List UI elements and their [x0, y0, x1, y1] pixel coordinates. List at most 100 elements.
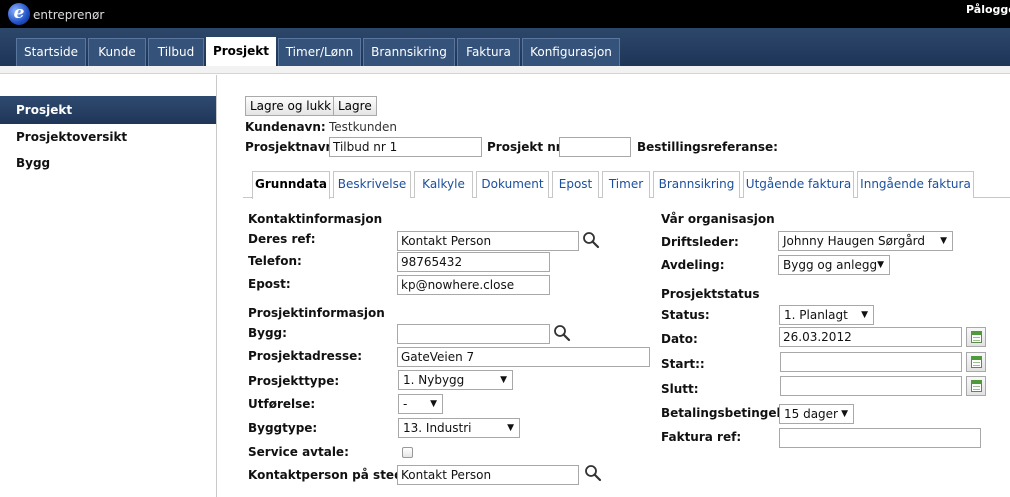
onsite-contact-input[interactable]: Kontakt Person: [397, 465, 579, 485]
building-type-value: 13. Industri: [403, 421, 472, 435]
status-select[interactable]: 1. Planlagt ▼: [779, 305, 874, 325]
tab-beskrivelse[interactable]: Beskrivelse: [333, 171, 411, 198]
their-ref-input[interactable]: Kontakt Person: [397, 231, 579, 251]
department-value: Bygg og anlegg: [783, 258, 878, 272]
nav-tab-brannsikring[interactable]: Brannsikring: [363, 38, 455, 66]
nav-tab-kunde[interactable]: Kunde: [88, 38, 146, 66]
end-label: Slutt:: [661, 382, 699, 396]
chevron-down-icon: ▼: [841, 409, 848, 419]
manager-label: Driftsleder:: [661, 235, 739, 249]
save-and-close-button[interactable]: Lagre og lukk: [245, 96, 337, 116]
status-section-title: Prosjektstatus: [661, 287, 760, 301]
nav-tab-timer-lonn[interactable]: Timer/Lønn: [278, 38, 361, 66]
sidebar-item-bygg[interactable]: Bygg: [0, 149, 216, 177]
tab-brannsikring[interactable]: Brannsikring: [653, 171, 740, 198]
tab-inngaende-faktura[interactable]: Inngående faktura: [857, 171, 974, 198]
status-label: Status:: [661, 308, 710, 322]
email-label: Epost:: [248, 277, 291, 291]
contact-section-title: Kontaktinformasjon: [248, 212, 383, 226]
end-input[interactable]: [780, 376, 962, 396]
sidebar-item-prosjektoversikt[interactable]: Prosjektoversikt: [0, 123, 216, 151]
execution-select[interactable]: - ▼: [398, 394, 443, 414]
onsite-contact-label: Kontaktperson på stedet:: [248, 468, 422, 482]
logo-text: entreprenør: [33, 8, 105, 22]
customer-name-value: Testkunden: [329, 120, 398, 134]
project-type-value: 1. Nybygg: [403, 373, 465, 387]
chevron-down-icon: ▼: [430, 399, 437, 409]
calendar-icon-top: [971, 380, 982, 384]
calendar-icon[interactable]: [966, 327, 986, 347]
calendar-icon-grid: [973, 386, 980, 390]
status-value: 1. Planlagt: [784, 308, 848, 322]
payment-terms-label: Betalingsbetingelse: [661, 406, 796, 420]
department-select[interactable]: Bygg og anlegg ▼: [778, 255, 890, 275]
manager-select[interactable]: Johnny Haugen Sørgård ▼: [778, 231, 953, 251]
chevron-down-icon: ▼: [507, 423, 514, 433]
phone-input[interactable]: 98765432: [397, 252, 550, 272]
service-agreement-checkbox[interactable]: [402, 447, 413, 458]
chevron-down-icon: ▼: [861, 310, 868, 320]
chevron-down-icon: ▼: [500, 375, 507, 385]
search-icon[interactable]: [553, 324, 571, 342]
execution-value: -: [403, 397, 408, 411]
nav-tab-tilbud[interactable]: Tilbud: [148, 38, 204, 66]
execution-label: Utførelse:: [248, 397, 316, 411]
search-icon[interactable]: [584, 464, 602, 482]
building-label: Bygg:: [248, 326, 287, 340]
calendar-icon[interactable]: [966, 352, 986, 372]
start-input[interactable]: [780, 352, 962, 372]
project-type-label: Prosjekttype:: [248, 374, 340, 388]
building-type-label: Byggtype:: [248, 421, 318, 435]
payment-terms-select[interactable]: 15 dager ▼: [779, 404, 854, 424]
project-nr-input[interactable]: [559, 137, 631, 157]
customer-name-label: Kundenavn:: [245, 120, 326, 134]
email-input[interactable]: kp@nowhere.close: [397, 275, 550, 295]
sidebar-item-prosjekt[interactable]: Prosjekt: [0, 96, 216, 124]
nav-tab-konfigurasjon[interactable]: Konfigurasjon: [522, 38, 620, 66]
project-nr-label: Prosjekt nr:: [487, 140, 567, 154]
chevron-down-icon: ▼: [940, 236, 947, 246]
project-info-section-title: Prosjektinformasjon: [248, 306, 385, 320]
their-ref-label: Deres ref:: [248, 232, 316, 246]
project-address-label: Prosjektadresse:: [248, 349, 363, 363]
main-nav: Startside Kunde Tilbud Prosjekt Timer/Lø…: [0, 28, 1010, 66]
nav-tab-faktura[interactable]: Faktura: [457, 38, 520, 66]
nav-tab-startside[interactable]: Startside: [16, 38, 86, 66]
date-label: Dato:: [661, 332, 698, 346]
calendar-icon-top: [971, 356, 982, 360]
date-input[interactable]: 26.03.2012: [779, 327, 962, 347]
calendar-icon[interactable]: [966, 376, 986, 396]
service-agreement-label: Service avtale:: [248, 445, 349, 459]
nav-divider: [0, 66, 1010, 74]
department-label: Avdeling:: [661, 258, 725, 272]
payment-terms-value: 15 dager: [784, 407, 838, 421]
manager-value: Johnny Haugen Sørgård: [783, 234, 926, 248]
top-bar: e entreprenør Pålogget: [0, 0, 1010, 28]
tab-grunndata[interactable]: Grunndata: [252, 171, 330, 199]
nav-tab-prosjekt[interactable]: Prosjekt: [206, 37, 276, 66]
tab-dokument[interactable]: Dokument: [476, 171, 549, 198]
organisation-section-title: Vår organisasjon: [661, 212, 775, 226]
invoice-ref-label: Faktura ref:: [661, 430, 742, 444]
chevron-down-icon: ▼: [877, 260, 884, 270]
logo-icon: e: [8, 3, 30, 25]
login-status: Pålogget: [966, 3, 1010, 16]
search-icon[interactable]: [582, 231, 600, 249]
project-address-input[interactable]: GateVeien 7: [397, 347, 650, 367]
invoice-ref-input[interactable]: [779, 428, 981, 448]
building-type-select[interactable]: 13. Industri ▼: [398, 418, 520, 438]
tab-kalkyle[interactable]: Kalkyle: [414, 171, 473, 198]
building-input[interactable]: [397, 324, 550, 344]
calendar-icon-top: [971, 331, 982, 335]
sidebar: Prosjekt Prosjektoversikt Bygg: [0, 75, 217, 497]
calendar-icon-grid: [973, 337, 980, 341]
start-label: Start::: [661, 357, 705, 371]
tab-timer[interactable]: Timer: [602, 171, 650, 198]
project-name-input[interactable]: Tilbud nr 1: [329, 137, 482, 157]
phone-label: Telefon:: [248, 254, 302, 268]
project-type-select[interactable]: 1. Nybygg ▼: [398, 370, 513, 390]
tab-epost[interactable]: Epost: [552, 171, 599, 198]
save-button[interactable]: Lagre: [333, 96, 377, 116]
tab-utgaende-faktura[interactable]: Utgående faktura: [743, 171, 854, 198]
project-name-label: Prosjektnavn:: [245, 140, 339, 154]
